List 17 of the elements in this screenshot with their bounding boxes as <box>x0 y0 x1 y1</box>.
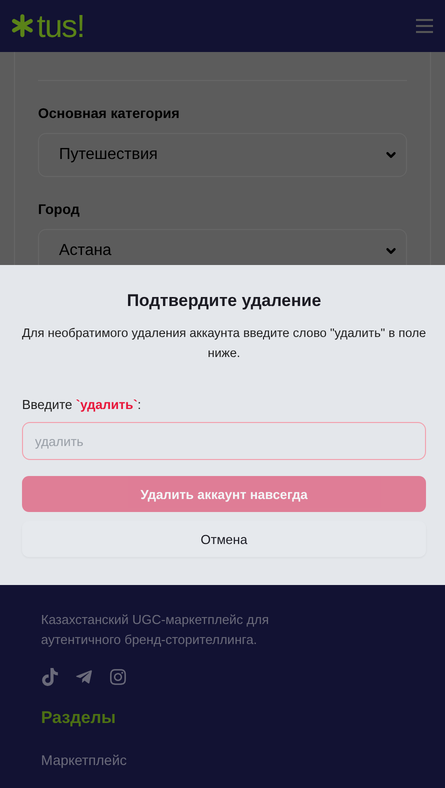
dialog-title: Подтвердите удаление <box>126 291 322 311</box>
input-label: Введите `удалить`: <box>22 397 142 412</box>
footer-heading: Разделы <box>41 708 117 728</box>
paper-plane-icon[interactable] <box>75 668 93 686</box>
dialog-message: Для необратимого удаления аккаунта введите слово "удалить" в поле ниже. <box>22 325 426 362</box>
tiktok-icon[interactable] <box>41 668 59 686</box>
select-field[interactable]: Путешествия <box>38 133 407 177</box>
menu-icon[interactable] <box>416 19 433 33</box>
field-label: Основная категория <box>38 105 181 121</box>
instagram-icon[interactable] <box>109 668 127 686</box>
logo-text: tus! <box>36 10 84 42</box>
field-label: Город <box>38 201 81 217</box>
cancel-button[interactable]: Отмена <box>22 521 426 557</box>
footer-link[interactable]: Маркетплейс <box>41 752 404 768</box>
confirm-input[interactable]: удалить <box>22 422 426 460</box>
logo-icon <box>12 14 33 38</box>
tagline: Казахстанский UGC-маркетплейс для аутентичного бренд-сторителлинга. <box>41 611 270 649</box>
